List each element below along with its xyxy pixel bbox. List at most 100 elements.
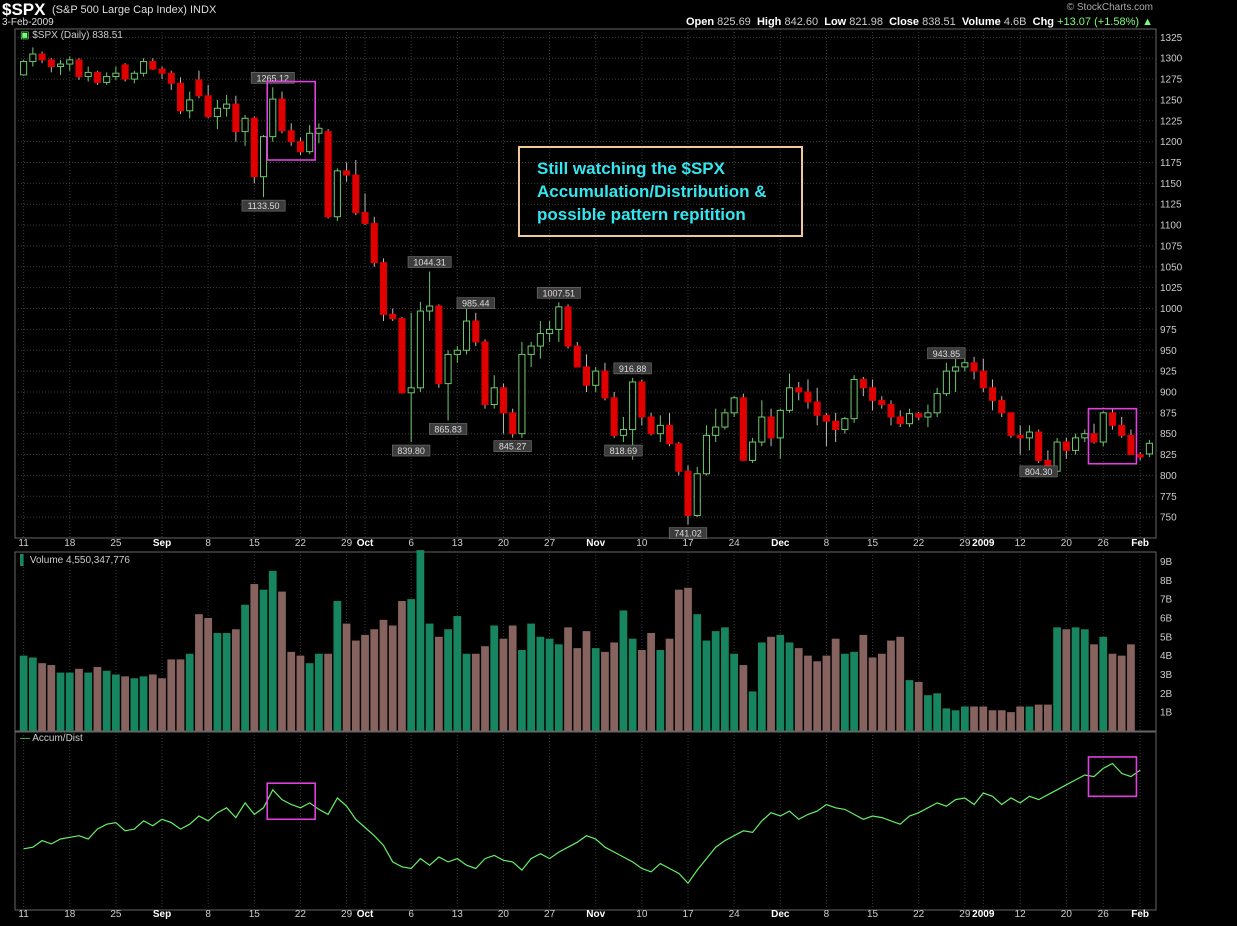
ad-panel-label: — Accum/Dist xyxy=(20,733,83,744)
open-value: 825.69 xyxy=(717,16,751,28)
x-tick-label: Sep xyxy=(153,538,171,549)
x-tick-label: 8 xyxy=(205,538,211,549)
volume-bar xyxy=(231,629,240,731)
volume-bar xyxy=(804,655,812,731)
volume-bar xyxy=(840,653,849,731)
candle-body xyxy=(942,370,950,395)
candle-body xyxy=(47,59,55,68)
volume-bar xyxy=(259,589,268,731)
volume-bar xyxy=(213,633,222,731)
x-tick-label: 22 xyxy=(913,909,925,920)
volume-bar xyxy=(1016,706,1025,731)
candle-body xyxy=(878,399,886,405)
volume-bar xyxy=(785,642,794,731)
volume-panel-label: ▌ Volume 4,550,347,776 xyxy=(20,555,130,566)
x-tick-label: 29 xyxy=(341,909,353,920)
volume-bar xyxy=(222,633,231,731)
volume-bar xyxy=(924,695,932,731)
candle-body xyxy=(379,262,388,315)
x-tick-label: 6 xyxy=(408,538,414,549)
x-tick-label: 24 xyxy=(729,909,741,920)
volume-bar xyxy=(887,640,895,731)
volume-bar xyxy=(112,674,120,731)
candle-body xyxy=(296,141,304,153)
volume-bar xyxy=(1071,627,1080,731)
x-tick-label: Dec xyxy=(771,538,790,549)
volume-bar xyxy=(462,653,471,731)
price-tick-label: 850 xyxy=(1160,429,1177,440)
candle-body xyxy=(416,310,424,389)
volume-bar xyxy=(684,587,692,731)
price-tick-label: 1100 xyxy=(1160,221,1182,232)
candle-body xyxy=(103,76,111,83)
price-tick-label: 800 xyxy=(1160,471,1177,482)
volume-bar xyxy=(582,631,591,731)
close-value: 838.51 xyxy=(922,16,956,28)
price-label: 943.85 xyxy=(933,349,961,359)
open-label: Open xyxy=(685,16,715,28)
low-value: 821.98 xyxy=(849,16,883,28)
price-panel-label: ▣ $SPX (Daily) 838.51 xyxy=(20,30,123,41)
candle-body xyxy=(721,412,729,428)
price-tick-label: 950 xyxy=(1160,346,1177,357)
brand-text[interactable]: © StockCharts.com xyxy=(1067,2,1153,13)
candle-body xyxy=(638,381,646,418)
volume-bar xyxy=(979,706,988,731)
volume-bar xyxy=(28,657,37,731)
x-tick-label: 8 xyxy=(205,909,211,920)
x-tick-label: Dec xyxy=(771,909,790,920)
volume-bar xyxy=(148,674,157,731)
volume-bar xyxy=(610,642,619,731)
price-tick-label: 1275 xyxy=(1160,75,1183,86)
volume-bar xyxy=(268,570,277,731)
candle-body xyxy=(66,59,74,65)
volume-bar xyxy=(508,625,517,731)
candle-body xyxy=(269,98,277,138)
volume-bar xyxy=(721,627,729,731)
x-tick-label: 8 xyxy=(824,909,830,920)
volume-bar xyxy=(379,619,388,731)
volume-tick-label: 6B xyxy=(1160,613,1173,624)
x-tick-label: 15 xyxy=(867,538,879,549)
candle-body xyxy=(250,117,258,178)
candle-body xyxy=(656,424,664,435)
candle-body xyxy=(767,416,775,439)
volume-bar xyxy=(665,638,674,731)
x-tick-label: 29 xyxy=(959,909,971,920)
x-tick-label: 13 xyxy=(452,538,464,549)
volume-bar xyxy=(656,649,665,731)
volume-bar xyxy=(407,599,416,731)
x-tick-label: Nov xyxy=(586,909,605,920)
candle-body xyxy=(324,131,332,218)
candle-body xyxy=(287,130,295,143)
candle-body xyxy=(130,72,138,80)
chg-value: +13.07 (+1.58%) xyxy=(1057,16,1140,28)
volume-bar xyxy=(241,604,249,731)
candle-body xyxy=(1007,412,1015,436)
candle-body xyxy=(813,401,821,416)
volume-bar xyxy=(859,634,868,731)
candle-body xyxy=(223,103,231,109)
candle-body xyxy=(998,399,1006,414)
x-tick-label: 22 xyxy=(913,538,925,549)
volume-bar xyxy=(361,634,369,731)
price-tick-label: 1000 xyxy=(1160,304,1183,315)
volume-bar xyxy=(351,640,360,731)
volume-bar xyxy=(702,640,711,731)
volume-bar xyxy=(767,636,775,731)
candle-body xyxy=(453,349,461,355)
x-tick-label: 20 xyxy=(498,538,510,549)
price-label: 741.02 xyxy=(674,529,702,539)
candle-body xyxy=(490,387,498,405)
price-tick-label: 1050 xyxy=(1160,262,1183,273)
chg-label: Chg xyxy=(1032,16,1055,28)
candle-body xyxy=(776,409,784,439)
volume-value: 4.6B xyxy=(1003,16,1027,28)
candle-body xyxy=(850,378,858,420)
candle-body xyxy=(988,387,997,401)
candle-body xyxy=(509,412,517,435)
volume-bar xyxy=(176,659,185,731)
x-tick-label: 22 xyxy=(295,538,307,549)
candle-body xyxy=(315,127,323,134)
x-tick-label: Nov xyxy=(586,538,605,549)
